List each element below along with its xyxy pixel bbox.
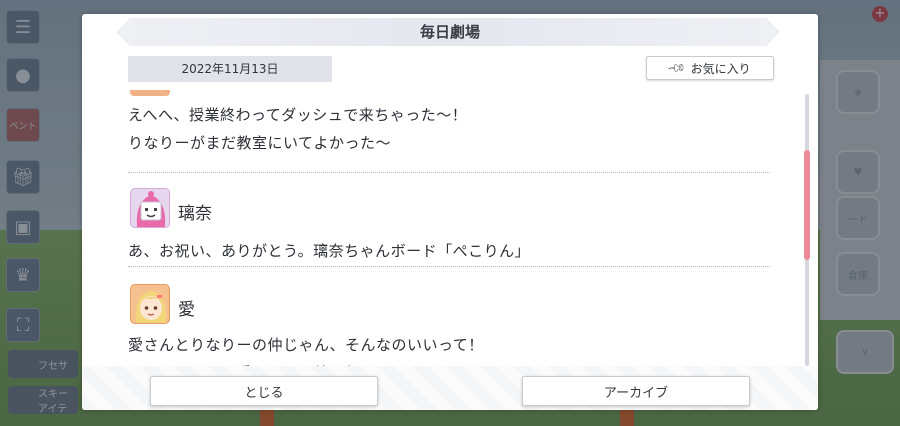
- message-line: りなりーがまだ教室にいてよかった～: [128, 134, 392, 152]
- avatar-ai: [130, 284, 170, 324]
- rina-portrait-icon: [136, 191, 166, 227]
- close-button[interactable]: とじる: [150, 376, 378, 406]
- date-label: 2022年11月13日: [128, 56, 332, 82]
- dialog-header: 毎日劇場: [82, 18, 818, 46]
- dialog-title: 毎日劇場: [419, 23, 480, 41]
- close-button-label: とじる: [244, 385, 284, 401]
- avatar-rina: [130, 188, 170, 228]
- speaker-name: 璃奈: [178, 204, 212, 224]
- divider: [128, 266, 770, 267]
- pin-icon: 📌︎: [666, 57, 688, 79]
- message-line: あ、お祝い、ありがとう。璃奈ちゃんボード「ぺこりん」: [128, 242, 531, 260]
- avatar: [130, 90, 170, 96]
- favorite-label: お気に入り: [690, 61, 751, 76]
- ai-portrait-icon: [135, 291, 167, 323]
- archive-button[interactable]: アーカイブ: [522, 376, 750, 406]
- dialogue-scroll-area[interactable]: えへへ、授業終わってダッシュで来ちゃった～！ りなりーがまだ教室にいてよかった～…: [128, 90, 770, 380]
- divider: [128, 172, 770, 173]
- message-line: えへへ、授業終わってダッシュで来ちゃった～！: [128, 106, 468, 124]
- favorite-button[interactable]: 📌︎ お気に入り: [646, 56, 774, 80]
- daily-theater-dialog: 毎日劇場 2022年11月13日 📌︎ お気に入り えへへ、授業終わってダッシュ…: [82, 14, 818, 410]
- archive-button-label: アーカイブ: [603, 385, 669, 401]
- speaker-name: 愛: [178, 300, 195, 320]
- message-line: 愛さんとりなりーの仲じゃん、そんなのいいって！: [128, 336, 484, 354]
- scrollbar-thumb[interactable]: [804, 150, 810, 260]
